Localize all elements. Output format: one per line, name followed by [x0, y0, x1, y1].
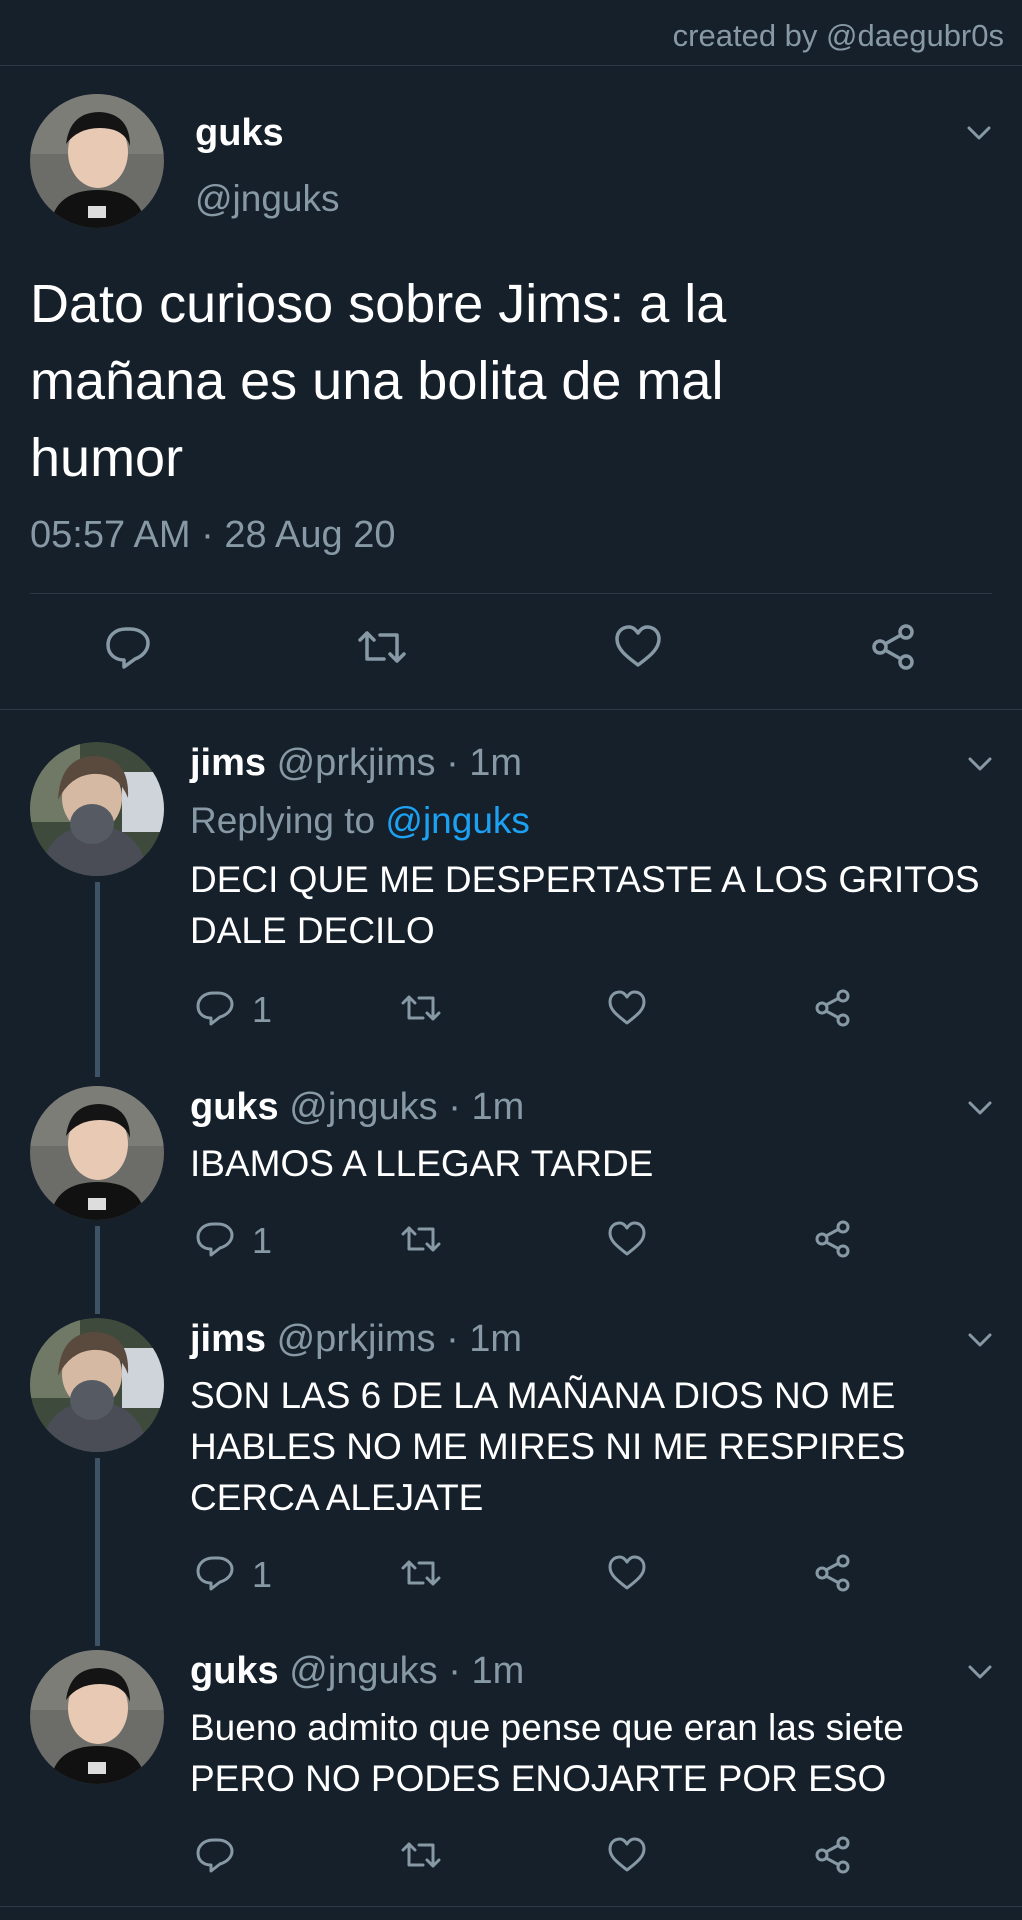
chevron-down-icon[interactable] [962, 116, 996, 150]
reply-header: jims @prkjims · 1m [190, 742, 522, 785]
author-name[interactable]: guks [190, 1086, 279, 1128]
reply-actions: 1 [190, 1218, 890, 1268]
like-icon[interactable] [606, 1552, 648, 1594]
reply-icon[interactable] [194, 1218, 236, 1260]
reply-text-line: HABLES NO ME MIRES NI ME RESPIRES [190, 1426, 906, 1467]
credit-bar: created by @daegubr0s [0, 0, 1022, 66]
replying-to-label: Replying to [190, 800, 386, 841]
retweet-icon[interactable] [400, 1552, 442, 1594]
reply-text-line: SON LAS 6 DE LA MAÑANA DIOS NO ME [190, 1375, 896, 1416]
share-icon[interactable] [868, 621, 920, 673]
reply-header: guks @jnguks · 1m [190, 1086, 524, 1129]
reply-text-line: CERCA ALEJATE [190, 1477, 484, 1518]
chevron-down-icon[interactable] [964, 1324, 996, 1356]
avatar[interactable] [30, 1086, 164, 1220]
author-name[interactable]: guks [190, 1650, 279, 1692]
author-name[interactable]: jims [190, 742, 266, 784]
reply-icon[interactable] [194, 987, 236, 1029]
reply-icon[interactable] [194, 1552, 236, 1594]
author-meta: @jnguks · 1m [289, 1086, 525, 1128]
reply-text-line: DECI QUE ME DESPERTASTE A LOS GRITOS [190, 859, 980, 900]
tweet-timestamp[interactable]: 05:57 AM · 28 Aug 20 [30, 514, 396, 557]
author-meta: @prkjims · 1m [276, 1318, 523, 1360]
retweet-icon[interactable] [400, 987, 442, 1029]
chevron-down-icon[interactable] [964, 1656, 996, 1688]
tweet-actions [0, 621, 1022, 691]
chevron-down-icon[interactable] [964, 748, 996, 780]
author-meta: @jnguks · 1m [289, 1650, 525, 1692]
reply-actions: 1 [190, 987, 890, 1037]
like-icon[interactable] [612, 621, 664, 673]
replying-to-link[interactable]: @jnguks [385, 800, 530, 841]
reply-text: Bueno admito que pense que eran las siet… [190, 1702, 1000, 1804]
thread-line [95, 882, 100, 1077]
reply-text-line: Bueno admito que pense que eran las siet… [190, 1707, 904, 1748]
author-name[interactable]: jims [190, 1318, 266, 1360]
reply-count: 1 [252, 989, 273, 1030]
reply-text-line: PERO NO PODES ENOJARTE POR ESO [190, 1758, 887, 1799]
tweet-text: Dato curioso sobre Jims: a la mañana es … [30, 266, 990, 497]
reply-text: SON LAS 6 DE LA MAÑANA DIOS NO ME HABLES… [190, 1370, 1000, 1523]
avatar[interactable] [30, 94, 164, 228]
reply-header: guks @jnguks · 1m [190, 1650, 524, 1693]
author-meta: @prkjims · 1m [276, 742, 523, 784]
replying-to: Replying to @jnguks [190, 800, 530, 842]
avatar[interactable] [30, 742, 164, 876]
author-handle[interactable]: @jnguks [195, 178, 340, 220]
reply-text: DECI QUE ME DESPERTASTE A LOS GRITOS DAL… [190, 854, 1000, 956]
reply-icon[interactable] [194, 1834, 236, 1876]
tweet-text-line: mañana es una bolita de mal [30, 351, 724, 411]
avatar[interactable] [30, 1318, 164, 1452]
reply-tweet: guks @jnguks · 1m Bueno admito que pense… [0, 1650, 1022, 1910]
reply-tweet: guks @jnguks · 1m IBAMOS A LLEGAR TARDE … [0, 1086, 1022, 1314]
divider [30, 593, 992, 594]
reply-count: 1 [252, 1220, 273, 1261]
reply-text-line: IBAMOS A LLEGAR TARDE [190, 1143, 654, 1184]
thread-line [95, 1226, 100, 1314]
retweet-icon[interactable] [400, 1218, 442, 1260]
thread-line [95, 1458, 100, 1646]
credit-text: created by @daegubr0s [672, 18, 1004, 53]
share-icon[interactable] [812, 1552, 854, 1594]
reply-tweet: jims @prkjims · 1m Replying to @jnguks D… [0, 742, 1022, 1077]
retweet-icon[interactable] [400, 1834, 442, 1876]
retweet-icon[interactable] [356, 621, 408, 673]
reply-count: 1 [252, 1554, 273, 1595]
reply-text-line: DALE DECILO [190, 910, 435, 951]
avatar[interactable] [30, 1650, 164, 1784]
reply-header: jims @prkjims · 1m [190, 1318, 522, 1361]
reply-text: IBAMOS A LLEGAR TARDE [190, 1138, 1000, 1189]
share-icon[interactable] [812, 1834, 854, 1876]
tweet-text-line: humor [30, 428, 184, 488]
reply-actions: 1 [190, 1552, 890, 1602]
reply-tweet: jims @prkjims · 1m SON LAS 6 DE LA MAÑAN… [0, 1318, 1022, 1648]
reply-icon[interactable] [102, 621, 154, 673]
author-name[interactable]: guks [195, 112, 284, 155]
bottom-divider [0, 1906, 1022, 1907]
share-icon[interactable] [812, 987, 854, 1029]
like-icon[interactable] [606, 987, 648, 1029]
reply-actions [190, 1834, 890, 1884]
main-tweet: guks @jnguks Dato curioso sobre Jims: a … [0, 66, 1022, 710]
share-icon[interactable] [812, 1218, 854, 1260]
tweet-text-line: Dato curioso sobre Jims: a la [30, 274, 727, 334]
like-icon[interactable] [606, 1218, 648, 1260]
like-icon[interactable] [606, 1834, 648, 1876]
chevron-down-icon[interactable] [964, 1092, 996, 1124]
